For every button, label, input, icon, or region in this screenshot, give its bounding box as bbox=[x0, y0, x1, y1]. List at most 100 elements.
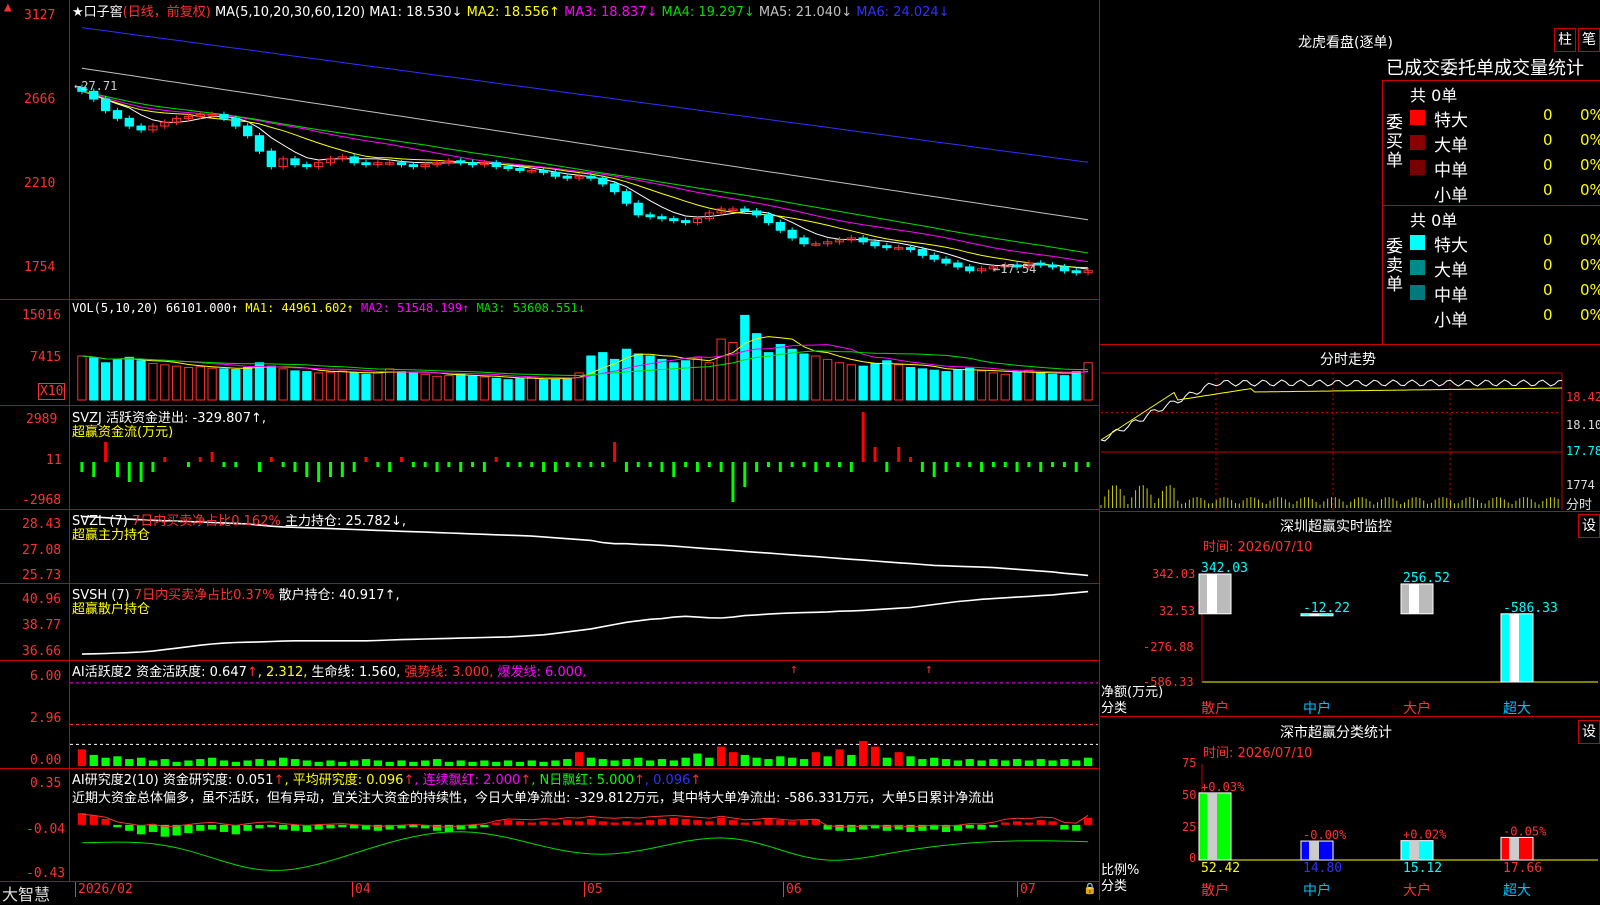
sell-row-pct-2: 0% bbox=[1580, 281, 1600, 299]
expand-arrow-icon[interactable]: ▲ bbox=[4, 0, 12, 15]
sz-classify-settings-button[interactable]: 设 bbox=[1578, 720, 1600, 744]
ai-research-bar bbox=[290, 824, 300, 831]
x-label-apr: 04 bbox=[352, 882, 371, 897]
svzl-ytick-3: 25.73 bbox=[22, 568, 62, 583]
ai-active-bar bbox=[89, 754, 98, 766]
bar-view-button[interactable]: 柱 bbox=[1554, 28, 1576, 52]
candle bbox=[680, 220, 691, 224]
ai-active-bar bbox=[314, 761, 323, 766]
vol-bar bbox=[941, 371, 951, 401]
ai-research-bar bbox=[219, 824, 229, 832]
cls-category-0: 散户 bbox=[1201, 882, 1229, 899]
svzj-bar bbox=[1051, 462, 1055, 467]
sell-side-label: 委卖单 bbox=[1386, 237, 1403, 295]
ai-active-legend-part-0: AI活跃度2 资金活跃度: 0.647 bbox=[72, 665, 247, 680]
vol-bar bbox=[385, 368, 395, 401]
buy-row-label-0: 特大 bbox=[1434, 111, 1468, 131]
vol-bar bbox=[704, 362, 714, 401]
ai-active-bar bbox=[492, 761, 501, 766]
vol-bar bbox=[171, 365, 182, 401]
cls-value-0: 52.42 bbox=[1201, 861, 1240, 876]
svzj-bar bbox=[909, 457, 913, 462]
sz-classify-title: 深市超赢分类统计 bbox=[1280, 725, 1392, 741]
ai-active-legend-part-4: 强势线: 3.000, bbox=[400, 665, 494, 680]
tick-view-button[interactable]: 笔 bbox=[1578, 28, 1600, 52]
candle bbox=[1059, 266, 1070, 272]
cls-xlabel: 分类 bbox=[1101, 879, 1128, 894]
vol-bar bbox=[479, 376, 490, 401]
svzj-bar bbox=[435, 462, 439, 472]
ai-research-bar bbox=[113, 824, 122, 828]
candle bbox=[657, 216, 667, 220]
price-ytick-3: 2210 bbox=[24, 176, 56, 191]
vol-bar bbox=[503, 379, 513, 401]
svzj-bar bbox=[305, 462, 309, 477]
ai-active-bar bbox=[125, 759, 134, 766]
candle bbox=[254, 135, 265, 152]
ai-research-bar bbox=[764, 818, 773, 825]
ai-research-red-line bbox=[81, 813, 1089, 828]
candle bbox=[751, 210, 762, 216]
ai-active-bar bbox=[290, 759, 300, 766]
intraday-avg-line bbox=[1100, 387, 1563, 441]
candle bbox=[456, 160, 466, 164]
vol-bar bbox=[633, 353, 643, 401]
sell-row-swatch-1 bbox=[1410, 260, 1425, 275]
sz-monitor-date: 时间: 2026/07/10 bbox=[1203, 540, 1313, 555]
ai-research-legend-part-2: , 平均研究度: 0.096 bbox=[284, 773, 404, 788]
candle bbox=[290, 158, 300, 166]
svzl-ytick-1: 28.43 bbox=[22, 517, 62, 532]
sz-ytick-3: -276.88 bbox=[1143, 640, 1194, 654]
ai-active-bar bbox=[1060, 759, 1069, 766]
ai-active-bar bbox=[515, 761, 525, 766]
vol-legend-part-2: MA2: 51548.199↑ bbox=[353, 301, 470, 315]
ai-active-bar bbox=[361, 759, 371, 766]
svzj-bar bbox=[553, 462, 557, 472]
ai-research-bar bbox=[752, 821, 761, 825]
vol-bar bbox=[1047, 373, 1058, 401]
svsh-ytick-2: 38.77 bbox=[22, 618, 62, 633]
sz-monitor-settings-button[interactable]: 设 bbox=[1578, 514, 1600, 538]
ai-active-bar bbox=[598, 759, 607, 766]
vol-bar bbox=[716, 338, 726, 401]
ma-line-3 bbox=[81, 90, 1089, 263]
intraday-ytick-2: 18.10 bbox=[1566, 418, 1600, 432]
sell-row-pct-0: 0% bbox=[1580, 231, 1600, 249]
ai-research-bar bbox=[657, 818, 667, 825]
lock-icon[interactable]: 🔒 bbox=[1083, 882, 1097, 895]
sell-row-label-2: 中单 bbox=[1434, 286, 1468, 306]
svzj-bar bbox=[542, 462, 546, 472]
ai-active-bar bbox=[622, 759, 631, 766]
ai-active-bar bbox=[101, 757, 110, 766]
vol-bar bbox=[420, 373, 430, 401]
ai-research-bar bbox=[148, 824, 158, 832]
ai-active-bar bbox=[788, 757, 797, 766]
ma-line-6 bbox=[81, 27, 1089, 163]
svzj-bar bbox=[115, 462, 119, 477]
buy-row-swatch-0 bbox=[1410, 110, 1425, 125]
ai-active-bar bbox=[634, 757, 643, 766]
sz-xlabel: 分类 bbox=[1101, 701, 1128, 716]
ai-research-bar bbox=[799, 820, 809, 825]
intraday-title: 分时走势 bbox=[1320, 352, 1376, 368]
svzj-bar bbox=[1074, 462, 1078, 472]
candle bbox=[219, 113, 229, 119]
ai-research-bar bbox=[669, 817, 678, 825]
vol-bar bbox=[195, 366, 205, 401]
cls-ytick-4: 0 bbox=[1189, 851, 1197, 865]
ai-research-bar bbox=[811, 818, 820, 825]
ai-research-ytick-2: -0.04 bbox=[26, 822, 66, 837]
vol-bar bbox=[894, 364, 904, 401]
ai-active-bar bbox=[799, 759, 809, 766]
cls-bar-highlight-2 bbox=[1409, 840, 1419, 860]
ai-research-bar bbox=[444, 824, 454, 832]
candle bbox=[763, 214, 774, 224]
ai-active-bar bbox=[563, 759, 572, 766]
buy-row-pct-3: 0% bbox=[1580, 181, 1600, 199]
ai-research-bar bbox=[989, 824, 998, 828]
candle bbox=[740, 208, 750, 212]
svzj-bar bbox=[731, 462, 735, 502]
ai-research-bar bbox=[350, 824, 359, 829]
candle bbox=[1036, 262, 1046, 266]
ai-active-bar bbox=[444, 761, 454, 766]
